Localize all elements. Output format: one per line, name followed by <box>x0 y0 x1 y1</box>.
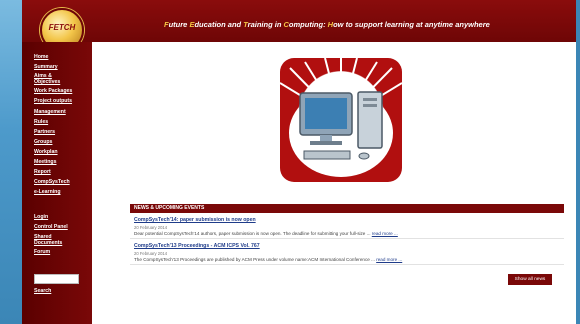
sidebar-item-meetings[interactable]: Meetings <box>34 159 86 165</box>
news-item: CompSysTech'14: paper submission is now … <box>130 213 564 239</box>
sidebar-item-project-outputs[interactable]: Project outputs <box>34 98 86 104</box>
tagline-text: raining in <box>247 20 284 29</box>
sidebar-item-forum[interactable]: Forum <box>34 249 86 255</box>
read-more-link[interactable]: read more ... <box>376 257 402 262</box>
sidebar-item-control-panel[interactable]: Control Panel <box>34 224 86 230</box>
news-item-excerpt: The CompSysTech'13 Proceedings are publi… <box>134 257 375 262</box>
news-item-excerpt: Dear potential CompSysTech'14 authors, p… <box>134 231 371 236</box>
sidebar-item-groups[interactable]: Groups <box>34 139 86 145</box>
sidebar-nav: Home Summary Aims & Objectives Work Pack… <box>22 42 92 324</box>
sidebar-item-shared-documents[interactable]: Shared Documents <box>34 234 70 246</box>
sidebar-item-aims-objectives[interactable]: Aims & Objectives <box>34 73 70 85</box>
sidebar-item-compsystech[interactable]: CompSysTech <box>34 179 86 185</box>
site-tagline: Future Education and Training in Computi… <box>164 20 574 29</box>
search-link[interactable]: Search <box>34 288 86 294</box>
search-input[interactable] <box>34 274 79 284</box>
sidebar-item-management[interactable]: Management <box>34 109 86 115</box>
news-item-title[interactable]: CompSysTech'13 Proceedings - ACM ICPS Vo… <box>134 243 560 249</box>
news-item-date: 20 February 2014 <box>134 225 168 230</box>
tagline-text: ow to support learning at anytime anywhe… <box>333 20 490 29</box>
news-header: NEWS & UPCOMING EVENTS <box>130 204 564 213</box>
news-item-date: 20 February 2014 <box>134 251 168 256</box>
tagline-text: uture <box>168 20 190 29</box>
page-frame: Future Education and Training in Computi… <box>22 0 576 324</box>
news-item: CompSysTech'13 Proceedings - ACM ICPS Vo… <box>130 239 564 265</box>
sidebar-item-summary[interactable]: Summary <box>34 64 86 70</box>
sidebar-item-home[interactable]: Home <box>34 54 86 60</box>
sidebar-item-login[interactable]: Login <box>34 214 86 220</box>
site-header: Future Education and Training in Computi… <box>22 0 576 42</box>
show-all-news-button[interactable]: Show all news <box>508 274 552 285</box>
sidebar-item-rules[interactable]: Rules <box>34 119 86 125</box>
news-item-text: The CompSysTech'13 Proceedings are publi… <box>134 257 560 262</box>
read-more-link[interactable]: read more ... <box>372 231 398 236</box>
computer-illustration <box>280 58 402 177</box>
news-section: NEWS & UPCOMING EVENTS CompSysTech'14: p… <box>130 204 564 265</box>
sidebar-item-report[interactable]: Report <box>34 169 86 175</box>
news-item-title[interactable]: CompSysTech'14: paper submission is now … <box>134 217 560 223</box>
sidebar-item-e-learning[interactable]: e-Learning <box>34 189 86 195</box>
news-item-text: Dear potential CompSysTech'14 authors, p… <box>134 231 560 236</box>
logo-text: FETCH <box>48 23 76 32</box>
tagline-text: omputing: <box>288 20 328 29</box>
sidebar-item-work-packages[interactable]: Work Packages <box>34 88 86 94</box>
hero-computer-image <box>280 58 402 182</box>
sidebar-item-partners[interactable]: Partners <box>34 129 86 135</box>
sidebar-item-workplan[interactable]: Workplan <box>34 149 86 155</box>
tagline-text: ducation and <box>194 20 244 29</box>
